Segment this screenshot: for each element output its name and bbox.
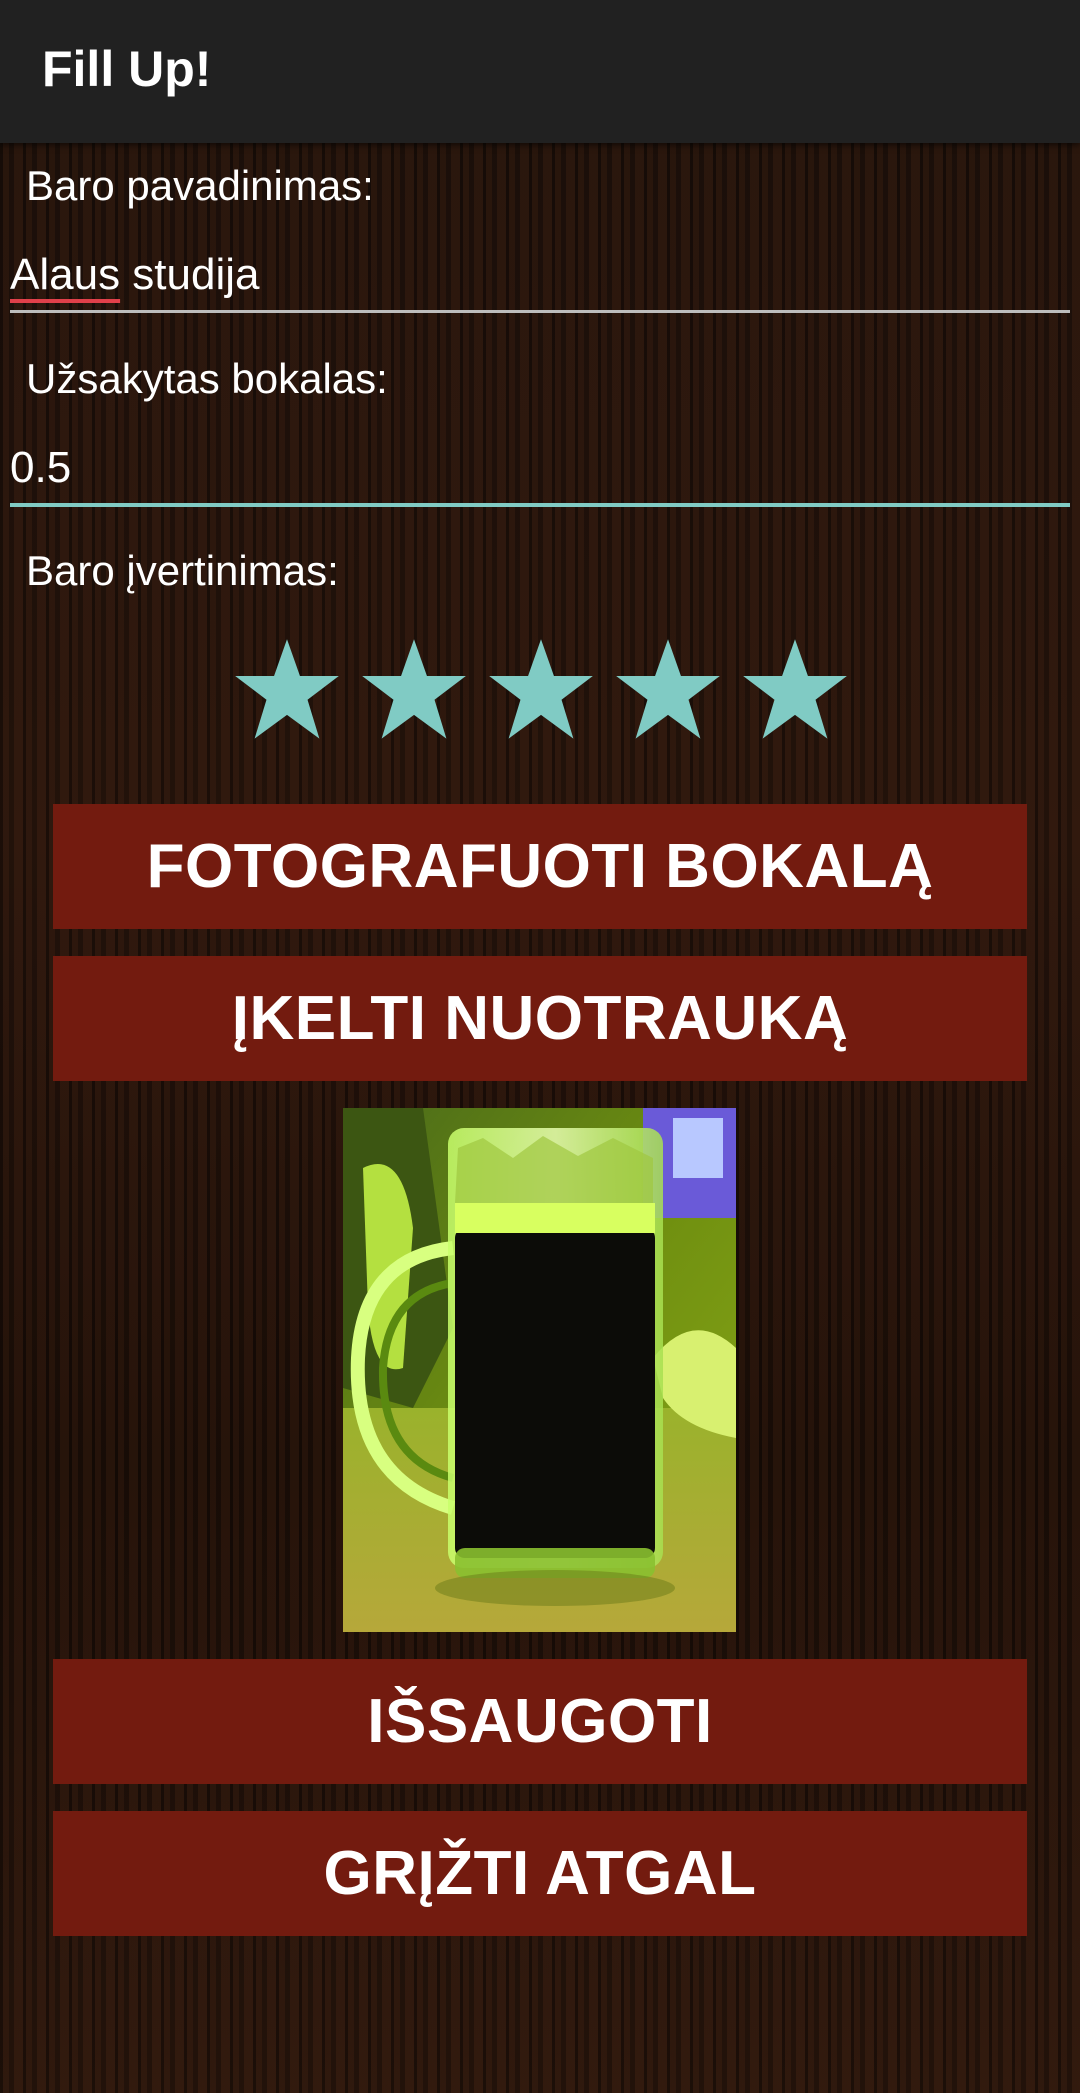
take-photo-button[interactable]: FOTOGRAFUOTI BOKALĄ: [53, 804, 1027, 929]
back-button[interactable]: GRĮŽTI ATGAL: [53, 1811, 1027, 1936]
star-icon[interactable]: [233, 636, 341, 744]
upload-photo-button[interactable]: ĮKELTI NUOTRAUKĄ: [53, 956, 1027, 1081]
app-screen: Fill Up! Baro pavadinimas: Alaus studija…: [0, 0, 1080, 2093]
save-button[interactable]: IŠSAUGOTI: [53, 1659, 1027, 1784]
mug-size-underline-focused: [10, 503, 1070, 507]
rating-bar[interactable]: [233, 636, 849, 744]
bar-name-value-word1: Alaus: [10, 250, 121, 299]
star-icon[interactable]: [360, 636, 468, 744]
star-icon[interactable]: [614, 636, 722, 744]
star-icon[interactable]: [487, 636, 595, 744]
bar-name-label: Baro pavadinimas:: [26, 162, 374, 209]
star-icon[interactable]: [741, 636, 849, 744]
beer-mug-image: [343, 1108, 736, 1632]
bar-name-field[interactable]: Alaus studija: [10, 250, 1070, 300]
bar-name-value-rest: studija: [120, 250, 260, 299]
mug-size-field[interactable]: 0.5: [10, 443, 1070, 493]
rating-label: Baro įvertinimas:: [26, 547, 339, 594]
app-title: Fill Up!: [42, 41, 212, 97]
mug-size-label: Užsakytas bokalas:: [26, 355, 388, 402]
beer-photo: [343, 1108, 736, 1632]
bar-name-underline: [10, 310, 1070, 313]
app-bar: Fill Up!: [0, 0, 1080, 143]
